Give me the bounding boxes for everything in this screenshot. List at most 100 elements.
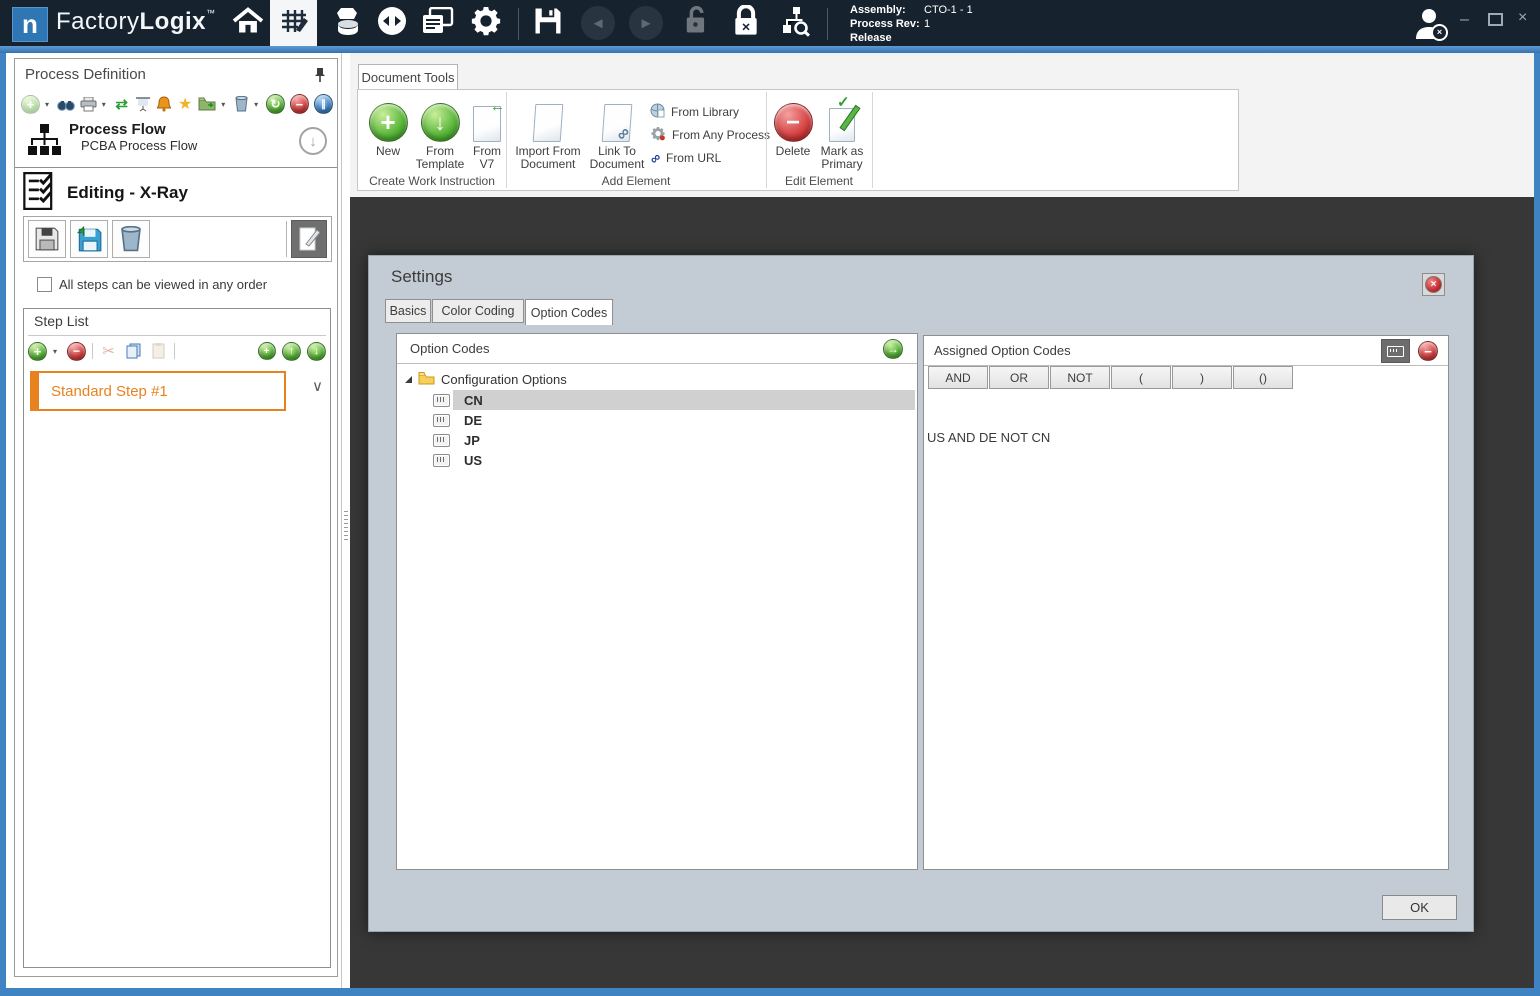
discard-step-button[interactable] — [112, 220, 150, 258]
link-to-document-button[interactable]: ∞ Link To Document — [586, 98, 648, 171]
reports-button[interactable] — [418, 4, 458, 42]
import-from-document-button[interactable]: Import From Document — [513, 98, 583, 171]
minimize-button[interactable]: – — [1460, 12, 1469, 28]
operator-open-paren-button[interactable]: ( — [1111, 366, 1171, 389]
group-label-add-element: Add Element — [601, 174, 671, 188]
option-codes-header: Option Codes → — [397, 334, 917, 364]
delete-element-button[interactable]: − Delete — [772, 98, 814, 158]
alert-button[interactable] — [156, 95, 172, 114]
presentation-button[interactable] — [135, 95, 151, 114]
panel-header-label: Assigned Option Codes — [934, 343, 1071, 358]
remove-assigned-button[interactable]: − — [1418, 341, 1438, 361]
tree-expander-icon[interactable] — [405, 376, 412, 383]
lock-reject-button[interactable]: × — [726, 3, 766, 42]
from-any-process-button[interactable]: From Any Process — [650, 126, 770, 144]
save-step-button[interactable] — [28, 220, 66, 258]
option-code-row-cn[interactable]: CN — [433, 390, 915, 410]
move-step-up-button[interactable]: ↑ — [282, 341, 301, 361]
export-dropdown[interactable]: ▾ — [221, 100, 228, 109]
from-url-button[interactable]: ∞ From URL — [646, 149, 721, 168]
reorder-button[interactable]: ⇄ — [114, 95, 130, 114]
option-code-row-de[interactable]: DE — [433, 410, 915, 430]
step-expand-chevron[interactable]: ∨ — [312, 377, 323, 395]
favorite-button[interactable]: ★ — [177, 95, 193, 114]
ribbon-group-separator — [872, 92, 873, 188]
collapse-flow-button[interactable]: ↓ — [299, 127, 327, 155]
tab-color-coding[interactable]: Color Coding — [432, 299, 524, 323]
move-step-down-button[interactable]: ↓ — [307, 341, 326, 361]
option-code-row-jp[interactable]: JP — [433, 430, 915, 450]
print-dropdown[interactable]: ▾ — [102, 100, 109, 109]
undo-back-button[interactable]: ◄ — [578, 4, 618, 42]
up-arrow-icon: ↑ — [282, 341, 301, 361]
tab-basics[interactable]: Basics — [385, 299, 431, 323]
mark-as-primary-button[interactable]: ✓ Mark as Primary — [814, 95, 870, 171]
find-button[interactable] — [56, 95, 75, 114]
close-x-icon: × — [1425, 276, 1442, 293]
from-template-button[interactable]: ↓ From Template — [414, 98, 466, 171]
dialog-close-button[interactable]: × — [1422, 273, 1445, 296]
trash-bucket-icon — [121, 226, 141, 252]
tree-root-row[interactable]: Configuration Options — [405, 371, 567, 388]
operator-or-button[interactable]: OR — [989, 366, 1049, 389]
binoculars-icon — [56, 100, 75, 111]
folder-export-icon — [198, 97, 216, 111]
process-definition-tab-button[interactable] — [270, 0, 317, 46]
ok-button[interactable]: OK — [1382, 895, 1457, 920]
refresh-button[interactable]: ↻ — [265, 94, 285, 114]
any-order-checkbox[interactable] — [37, 277, 52, 292]
floppy-icon — [35, 227, 59, 251]
add-process-button[interactable]: + — [21, 94, 40, 114]
step-list-item-selected[interactable]: Standard Step #1 — [30, 371, 286, 411]
from-v7-button[interactable]: ← From V7 — [468, 98, 506, 171]
edit-document-toggle-button[interactable] — [291, 220, 327, 258]
step-list-title: Step List — [34, 313, 89, 329]
paste-icon — [152, 343, 165, 359]
close-button[interactable]: × — [1518, 10, 1527, 26]
new-work-instruction-button[interactable]: + New — [366, 98, 410, 158]
option-code-row-us[interactable]: US — [433, 450, 915, 470]
add-step-dropdown[interactable]: ▾ — [53, 347, 61, 356]
settings-button[interactable] — [466, 4, 506, 42]
deactivate-button[interactable]: − — [289, 94, 309, 114]
keyboard-entry-toggle-button[interactable] — [1381, 339, 1410, 363]
production-button[interactable] — [328, 4, 368, 42]
home-button[interactable] — [228, 4, 268, 42]
operator-paren-pair-button[interactable]: () — [1233, 366, 1293, 389]
operator-close-paren-button[interactable]: ) — [1172, 366, 1232, 389]
pause-button[interactable]: ∥ — [313, 94, 333, 114]
add-step-button[interactable]: + — [28, 341, 47, 361]
delete-process-button[interactable] — [233, 95, 249, 114]
cut-step-button[interactable]: ✂ — [99, 342, 118, 361]
operator-and-button[interactable]: AND — [928, 366, 988, 389]
export-button[interactable] — [198, 95, 216, 114]
delete-process-dropdown[interactable]: ▾ — [254, 100, 261, 109]
assign-code-button[interactable]: → — [883, 339, 903, 359]
paste-step-button[interactable] — [149, 342, 168, 361]
from-library-button[interactable]: From Library — [650, 103, 739, 121]
process-search-button[interactable] — [776, 4, 816, 42]
maximize-button[interactable] — [1488, 13, 1503, 30]
pin-panel-button[interactable] — [313, 67, 329, 83]
settings-dialog: Settings × Basics Color Coding Option Co… — [368, 255, 1474, 932]
add-process-dropdown[interactable]: ▾ — [45, 100, 52, 109]
sync-button[interactable] — [372, 4, 412, 42]
redo-forward-button[interactable]: ► — [626, 4, 666, 42]
tab-document-tools[interactable]: Document Tools — [358, 64, 458, 90]
barcode-icon — [433, 413, 450, 427]
expression-text[interactable]: US AND DE NOT CN — [927, 430, 1050, 445]
operator-not-button[interactable]: NOT — [1050, 366, 1110, 389]
tab-option-codes[interactable]: Option Codes — [525, 299, 613, 325]
any-order-checkbox-row[interactable]: All steps can be viewed in any order — [37, 277, 267, 292]
import-step-button[interactable] — [70, 220, 108, 258]
logout-user-button[interactable]: × — [1412, 6, 1452, 42]
print-button[interactable] — [80, 95, 97, 114]
editing-title: Editing - X-Ray — [67, 183, 188, 202]
process-flow-row[interactable]: Process Flow PCBA Process Flow ↓ — [25, 121, 329, 165]
remove-step-button[interactable]: − — [67, 341, 86, 361]
renumber-steps-button[interactable]: + — [257, 342, 276, 361]
save-button[interactable] — [528, 4, 568, 42]
copy-step-button[interactable] — [124, 342, 143, 361]
unlock-button[interactable] — [676, 4, 716, 42]
panel-title: Process Definition — [25, 66, 146, 83]
